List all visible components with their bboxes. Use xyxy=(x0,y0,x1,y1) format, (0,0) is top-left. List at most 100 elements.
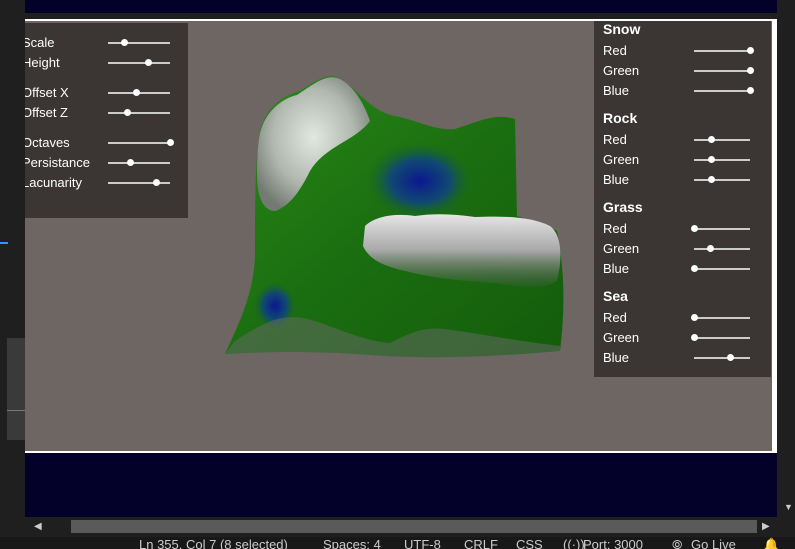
indentation-status[interactable]: Spaces: 4 xyxy=(323,538,381,549)
cursor-position[interactable]: Ln 355, Col 7 (8 selected) xyxy=(139,538,288,549)
color-channel-row: Red xyxy=(603,42,763,60)
color-channel-label: Green xyxy=(603,330,640,345)
color-channel-label: Blue xyxy=(603,350,630,365)
color-channel-row: Blue xyxy=(603,82,763,100)
color-channel-label: Red xyxy=(603,132,627,147)
terrain-control-label: Offset X xyxy=(25,85,69,100)
terrain-control-slider[interactable] xyxy=(108,59,170,66)
terrain-control-slider[interactable] xyxy=(108,139,174,146)
color-channel-row: Red xyxy=(603,131,763,149)
horizontal-scrollbar[interactable]: ◀ ▶ xyxy=(25,517,777,537)
slider-knob[interactable] xyxy=(167,139,174,146)
slider-knob[interactable] xyxy=(691,314,698,321)
color-channel-slider[interactable] xyxy=(691,265,750,272)
color-section-title: Rock xyxy=(603,110,638,126)
notifications-icon[interactable]: 🔔 xyxy=(763,538,779,549)
color-channel-row: Green xyxy=(603,329,763,347)
terrain-control-row: Offset X xyxy=(25,84,182,102)
slider-knob[interactable] xyxy=(126,159,134,166)
color-channel-slider[interactable] xyxy=(694,156,750,163)
scroll-left-icon[interactable]: ◀ xyxy=(34,521,42,532)
page-top-band xyxy=(25,0,777,13)
slider-knob[interactable] xyxy=(691,334,698,341)
color-channel-slider[interactable] xyxy=(694,245,750,252)
terrain-control-label: Octaves xyxy=(25,135,70,150)
color-channel-label: Red xyxy=(603,43,627,58)
scroll-right-icon[interactable]: ▶ xyxy=(762,521,770,532)
terrain-control-row: Offset Z xyxy=(25,104,182,122)
color-channel-label: Green xyxy=(603,63,640,78)
slider-knob[interactable] xyxy=(145,59,153,66)
sea-patch xyxy=(365,141,475,221)
terrain-control-slider[interactable] xyxy=(108,179,170,186)
color-channel-slider[interactable] xyxy=(691,334,750,341)
page-bottom-band xyxy=(25,453,777,517)
terrain-control-label: Persistance xyxy=(25,155,90,170)
vertical-scrollbar[interactable] xyxy=(777,0,795,517)
color-channel-slider[interactable] xyxy=(691,225,750,232)
slider-knob[interactable] xyxy=(727,354,735,361)
slider-knob[interactable] xyxy=(706,245,714,252)
color-settings-panel: Snow Red Green Blue Rock Red Green Blue Grass Red… xyxy=(594,21,771,377)
minimap-thumb[interactable] xyxy=(7,338,25,440)
status-bar: Ln 355, Col 7 (8 selected) Spaces: 4 UTF… xyxy=(0,537,795,549)
terrain-control-row: Lacunarity xyxy=(25,174,182,192)
golive-button[interactable]: Go Live xyxy=(691,538,736,549)
slider-knob[interactable] xyxy=(691,265,698,272)
color-channel-label: Green xyxy=(603,152,640,167)
terrain-control-slider[interactable] xyxy=(108,89,170,96)
color-channel-label: Red xyxy=(603,310,627,325)
slider-knob[interactable] xyxy=(747,47,754,54)
slider-knob[interactable] xyxy=(747,87,754,94)
color-section-title: Grass xyxy=(603,199,643,215)
slider-knob[interactable] xyxy=(747,67,754,74)
terrain-control-label: Offset Z xyxy=(25,105,68,120)
color-channel-slider[interactable] xyxy=(694,176,750,183)
slider-knob[interactable] xyxy=(120,39,128,46)
terrain-control-slider[interactable] xyxy=(108,39,170,46)
color-section-title: Sea xyxy=(603,288,628,304)
gutter-marker xyxy=(0,242,8,244)
eol-status[interactable]: CRLF xyxy=(464,538,498,549)
color-channel-slider[interactable] xyxy=(694,87,754,94)
color-channel-row: Red xyxy=(603,220,763,238)
color-channel-row: Blue xyxy=(603,349,763,367)
color-channel-label: Blue xyxy=(603,83,630,98)
color-channel-row: Blue xyxy=(603,171,763,189)
editor-left-gutter xyxy=(0,0,25,537)
terrain-control-row: Octaves xyxy=(25,134,182,152)
terrain-control-label: Scale xyxy=(25,35,55,50)
terrain-settings-panel: Scale Height Offset X Offset Z Octaves Persis… xyxy=(25,23,188,218)
color-channel-label: Blue xyxy=(603,261,630,276)
slider-knob[interactable] xyxy=(132,89,140,96)
color-channel-slider[interactable] xyxy=(694,67,754,74)
slider-knob[interactable] xyxy=(123,109,131,116)
scroll-down-icon[interactable]: ▼ xyxy=(784,502,793,512)
color-channel-row: Green xyxy=(603,240,763,258)
color-channel-slider[interactable] xyxy=(691,314,750,321)
terrain-viewport[interactable]: Scale Height Offset X Offset Z Octaves Persis… xyxy=(25,19,777,455)
slider-knob[interactable] xyxy=(153,179,161,186)
color-channel-slider[interactable] xyxy=(694,136,750,143)
encoding-status[interactable]: UTF-8 xyxy=(404,538,441,549)
color-channel-slider[interactable] xyxy=(694,47,754,54)
horizontal-scroll-thumb[interactable] xyxy=(71,520,757,533)
terrain-control-row: Persistance xyxy=(25,154,182,172)
color-channel-label: Green xyxy=(603,241,640,256)
color-channel-slider[interactable] xyxy=(694,354,750,361)
color-channel-label: Blue xyxy=(603,172,630,187)
slider-knob[interactable] xyxy=(707,156,715,163)
language-mode[interactable]: CSS xyxy=(516,538,543,549)
color-section-title: Snow xyxy=(603,21,641,37)
slider-knob[interactable] xyxy=(707,176,715,183)
color-channel-label: Red xyxy=(603,221,627,236)
terrain-control-slider[interactable] xyxy=(108,159,170,166)
color-channel-row: Blue xyxy=(603,260,763,278)
terrain-control-label: Height xyxy=(25,55,60,70)
live-server-port[interactable]: Port: 3000 xyxy=(583,538,643,549)
terrain-control-slider[interactable] xyxy=(108,109,170,116)
slider-knob[interactable] xyxy=(707,136,715,143)
slider-knob[interactable] xyxy=(691,225,698,232)
terrain-control-label: Lacunarity xyxy=(25,175,82,190)
broadcast-icon: ((·)) xyxy=(563,537,585,549)
